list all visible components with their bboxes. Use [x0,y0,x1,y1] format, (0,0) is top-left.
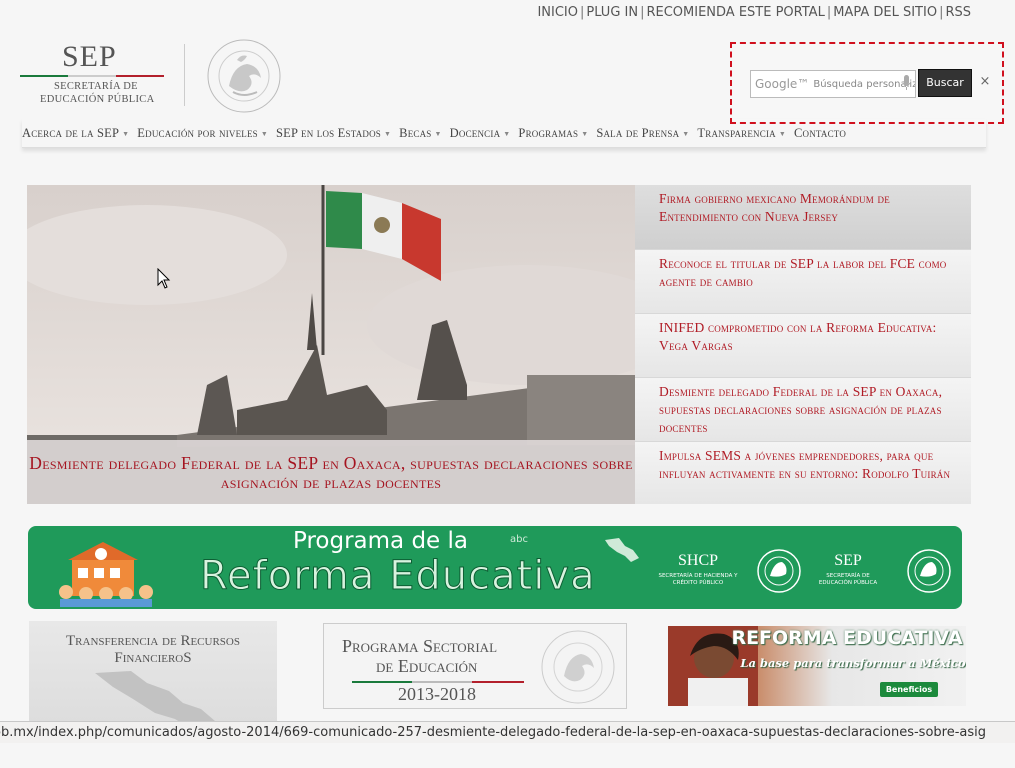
sep-sublabel: SECRETARÍA DE EDUCACIÓN PÚBLICA [818,573,878,586]
search-button[interactable]: Buscar [918,69,972,97]
hero-slideshow[interactable]: Desmiente delegado Federal de la SEP en … [27,185,635,504]
main-nav: Acerca de la SEP ▼ Educación por niveles ▼… [22,119,986,148]
mouse-cursor-icon [157,268,171,289]
logo-stripe-red [116,75,164,77]
news-list: Firma gobierno mexicano Memorándum de En… [635,185,971,504]
reforma-subtitle: La base para transformar a México [740,656,966,670]
nav-item-contacto[interactable]: Contacto [794,126,846,141]
seal-icon [757,549,801,593]
news-item[interactable]: Desmiente delegado Federal de la SEP en … [635,377,971,441]
seal-icon [907,549,951,593]
banner-line2: Reforma Educativa [200,553,596,600]
shcp-label: SHCP [677,552,719,569]
logo-acronym: SEP [62,40,117,73]
mexico-seal-icon [541,630,615,704]
news-item[interactable]: INIFED comprometido con la Reforma Educa… [635,313,971,377]
sep-logo[interactable]: SEP SECRETARÍA DE EDUCACIÓN PÚBLICA [20,40,190,112]
top-links: INICIO | PLUG IN | RECOMIENDA ESTE PORTAL | MA… [537,5,971,20]
chevron-down-icon: ▼ [434,129,442,138]
nav-item-transparencia[interactable]: Transparencia ▼ [697,126,786,141]
programa-sectorial-box[interactable]: Programa Sectorial de Educación 2013-201… [323,623,627,709]
logo-stripe-green [20,75,68,77]
link-separator: | [939,5,944,20]
reforma-educativa-box[interactable]: REFORMA EDUCATIVA La base para transform… [668,626,966,706]
chevron-down-icon: ▼ [778,129,786,138]
mexico-seal-icon [203,38,285,114]
link-separator: | [826,5,832,20]
transferencia-title: Transferencia de Recursos FinancieroS [66,633,240,666]
nav-item-niveles[interactable]: Educación por niveles ▼ [137,126,268,141]
logo-line2: EDUCACIÓN PÚBLICA [40,94,155,105]
logo-divider [184,44,185,106]
programa-line1: Programa Sectorial [342,636,498,656]
school-icon [59,542,153,607]
top-link-rss[interactable]: RSS [945,5,971,20]
top-link-mapa[interactable]: MAPA DEL SITIO [833,5,937,20]
nav-item-prensa[interactable]: Sala de Prensa ▼ [596,126,689,141]
mexico-map-icon [605,538,639,562]
nav-item-programas[interactable]: Programas ▼ [518,126,588,141]
logo-line1: SECRETARÍA DE [54,81,138,92]
link-separator: | [640,5,645,20]
chevron-down-icon: ▼ [682,129,690,138]
reforma-title: REFORMA EDUCATIVA [731,627,963,649]
close-icon[interactable]: × [978,73,992,91]
banner-abc: abc [510,534,528,545]
news-item[interactable]: Reconoce el titular de SEP la labor del … [635,249,971,313]
banner-line1: Programa de la [293,528,468,554]
top-link-plugin[interactable]: PLUG IN [586,5,638,20]
chevron-down-icon: ▼ [260,129,269,138]
microphone-icon[interactable] [902,75,911,91]
flag-stripe-green [352,681,412,683]
news-item[interactable]: Impulsa SEMS a jóvenes emprendedores, pa… [635,441,971,504]
chevron-down-icon: ▼ [384,129,392,138]
top-link-recomienda[interactable]: RECOMIENDA ESTE PORTAL [646,5,824,20]
search-input[interactable]: Google™ Búsqueda personalizada [750,70,916,98]
shcp-sublabel: SECRETARÍA DE HACIENDA Y CRÉDITO PÚBLICO [658,573,738,586]
flag-stripe-white [412,681,472,683]
nav-item-becas[interactable]: Becas ▼ [399,126,441,141]
nav-item-acerca[interactable]: Acerca de la SEP ▼ [22,126,129,141]
chevron-down-icon: ▼ [581,129,589,138]
flag-stripe-red [472,681,524,683]
link-separator: | [579,5,585,20]
sep-label: SEP [834,552,862,569]
beneficios-button[interactable]: Beneficios [880,682,938,697]
chevron-down-icon: ▼ [122,129,130,138]
programa-line2: de Educación [376,656,478,676]
hero-caption[interactable]: Desmiente delegado Federal de la SEP en … [27,440,635,504]
google-brand: Google™ [755,77,810,91]
top-link-inicio[interactable]: INICIO [537,5,578,20]
chevron-down-icon: ▼ [503,129,511,138]
browser-status-bar: ob.mx/index.php/comunicados/agosto-2014/… [0,721,1015,743]
search-placeholder: Búsqueda personalizada [813,78,915,90]
transferencia-box[interactable]: Transferencia de Recursos FinancieroS [29,621,277,731]
search-widget: Google™ Búsqueda personalizada Buscar × [730,42,1004,124]
logo-stripe-white [68,75,116,77]
nav-item-estados[interactable]: SEP en los Estados ▼ [276,126,391,141]
nav-item-docencia[interactable]: Docencia ▼ [450,126,511,141]
reforma-educativa-banner[interactable]: Programa de la abc Reforma Educativa SHC… [28,526,962,609]
news-item[interactable]: Firma gobierno mexicano Memorándum de En… [635,185,971,249]
programa-years: 2013-2018 [398,684,476,704]
